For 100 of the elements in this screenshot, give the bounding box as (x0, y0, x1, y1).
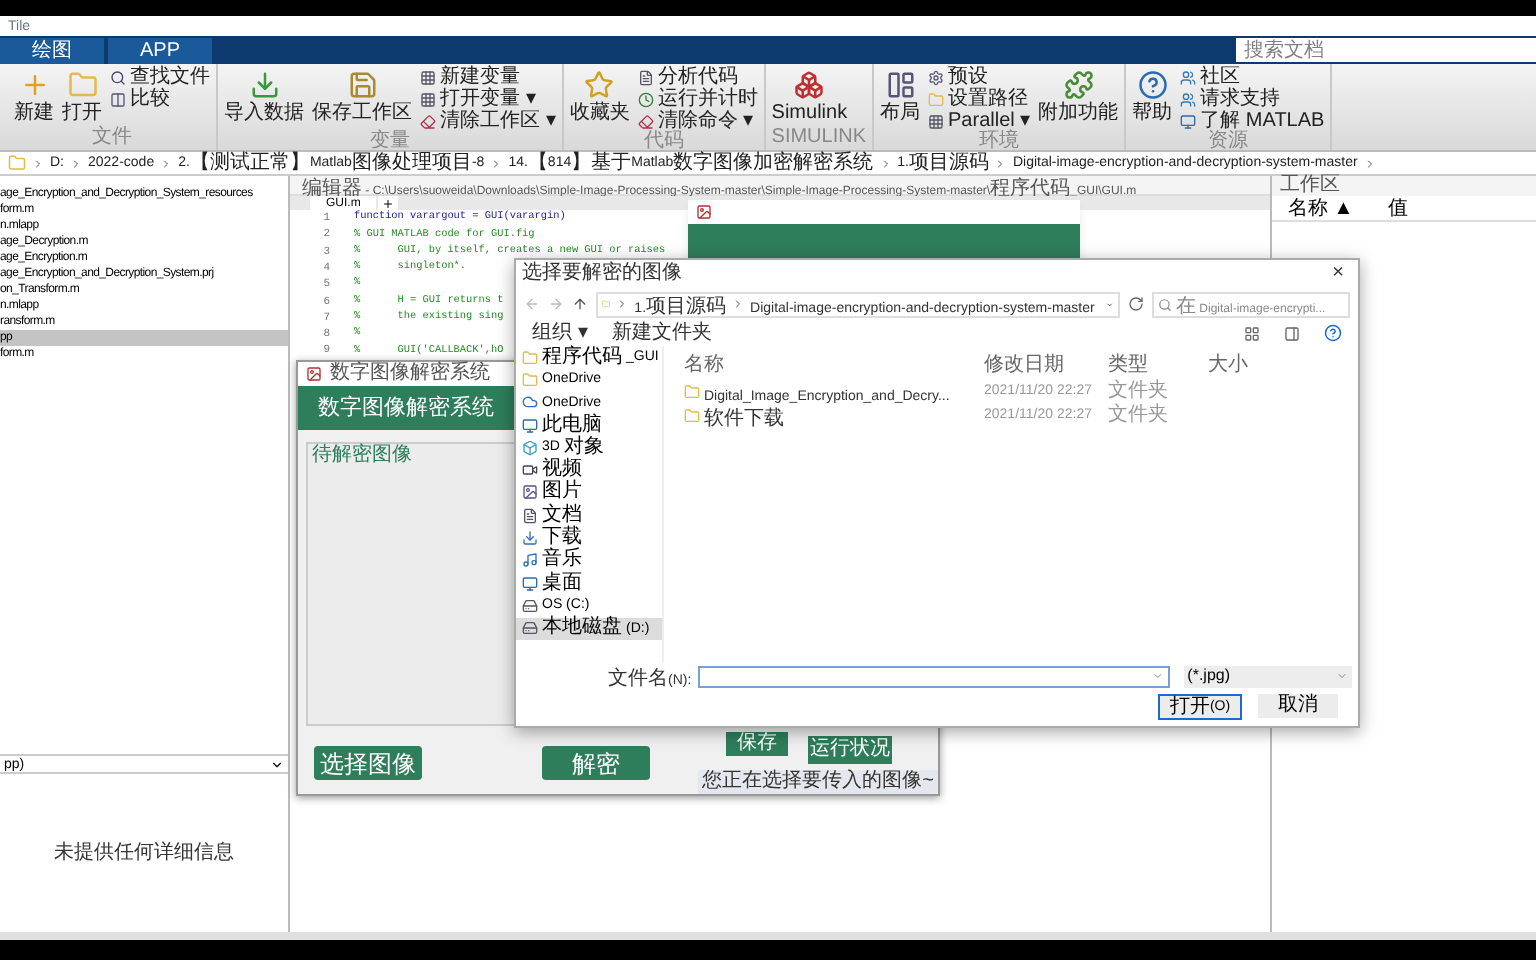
document-icon (637, 69, 654, 85)
search-field[interactable]: 搜索文档 (1236, 38, 1536, 62)
nav-item[interactable]: 桌面 (516, 571, 662, 595)
column-header[interactable]: 名称 ▲ (1272, 200, 1372, 220)
drive-icon (522, 620, 538, 637)
toolbar-button[interactable]: 导入数据 (224, 64, 304, 132)
folder-icon (684, 407, 700, 423)
toolbar-button[interactable]: 新建变量 (420, 66, 556, 88)
cancel-button[interactable]: 取消 (1258, 694, 1338, 718)
action-button[interactable]: 选择图像 (314, 746, 423, 780)
toolbar-button[interactable]: 帮助 (1132, 64, 1173, 132)
chevron-icon (616, 298, 629, 310)
ribbon-tab[interactable]: 绘图 (0, 38, 104, 64)
workspace-title: 工作区 (1280, 176, 1340, 196)
blocks-icon (794, 70, 825, 100)
column-header[interactable]: 大小 (1208, 356, 1268, 376)
columns-icon (110, 91, 126, 107)
toolbar-button[interactable]: Simulink (771, 64, 848, 128)
dialog-toolbar-button[interactable]: 新建文件夹 (611, 323, 712, 343)
file-type-dropdown[interactable]: (*.jpg) (1183, 665, 1352, 687)
toolbar-button[interactable]: 清除工作区 ▾ (420, 110, 556, 132)
save-icon (347, 70, 377, 100)
preview-pane-icon[interactable] (1284, 325, 1300, 341)
monitor-icon (522, 575, 538, 592)
chevron-icon (270, 757, 284, 771)
help-icon[interactable] (1324, 324, 1342, 342)
video-icon (522, 462, 538, 479)
group-label: 环境 (977, 132, 1022, 152)
group-label: 变量 (367, 132, 410, 152)
music-icon (522, 552, 538, 569)
grid-icon (928, 113, 945, 129)
monitor-icon (1180, 113, 1197, 129)
column-header[interactable]: 类型 (1108, 356, 1208, 376)
column-header[interactable]: 值 (1372, 200, 1472, 220)
nav-item[interactable]: 音乐 (516, 549, 662, 572)
toolbar-button[interactable]: 分析代码 (637, 66, 758, 88)
app-header: 数字图像解密系统 (318, 397, 494, 419)
toolbar-button[interactable]: 请求支持 (1180, 88, 1325, 110)
grid-icon (420, 91, 436, 107)
toolbar-button[interactable]: Parallel ▾ (928, 110, 1031, 132)
filename-field[interactable] (697, 665, 1170, 687)
download-icon (249, 70, 279, 100)
close-button[interactable]: × (1324, 264, 1352, 284)
toolbar-button[interactable]: 附加功能 (1038, 64, 1119, 132)
up-icon[interactable] (572, 296, 588, 312)
chevron-icon (32, 157, 44, 169)
save-button[interactable]: 保存 (726, 732, 789, 756)
window-title: 数字图像解密系统 (330, 364, 490, 384)
chevron-icon (1151, 670, 1164, 682)
toolbar-button[interactable]: 新建 (14, 64, 54, 128)
chevron-icon (994, 157, 1007, 169)
column-header[interactable]: 修改日期 (984, 356, 1108, 376)
folder-icon (684, 383, 700, 399)
toolbar-button[interactable]: 布局 (880, 64, 921, 132)
toolbar-button[interactable]: 保存工作区 (312, 64, 412, 132)
search-icon (1158, 297, 1172, 311)
plus-icon (19, 70, 49, 100)
add-tab-button[interactable] (378, 196, 399, 210)
panel-label: 待解密图像 (312, 446, 412, 466)
dialog-toolbar-button[interactable]: 组织 ▾ (532, 323, 588, 343)
people-icon (1180, 91, 1197, 107)
toolbar-button[interactable]: 打开变量 ▾ (420, 88, 556, 110)
toolbar-button[interactable]: 设置路径 (928, 88, 1031, 110)
file-type: 文件夹 (1108, 381, 1168, 401)
action-button[interactable]: 解密 (542, 746, 651, 780)
nav-item[interactable]: 此电脑 (516, 413, 662, 437)
details-message: 未提供任何详细信息 (54, 839, 234, 868)
status-button[interactable]: 运行状况 (808, 736, 893, 764)
chevron-icon (879, 157, 892, 169)
toolbar-button[interactable]: 了解 MATLAB (1180, 110, 1325, 132)
toolbar-button[interactable]: 比较 (110, 88, 210, 110)
ribbon-tab[interactable]: APP (108, 38, 213, 64)
toolbar-button[interactable]: 清除命令 ▾ (637, 110, 758, 132)
toolbar-button[interactable]: 预设 (928, 66, 1031, 88)
nav-item[interactable]: 视频 (516, 458, 662, 482)
toolbar-button[interactable]: 社区 (1180, 66, 1325, 88)
nav-item[interactable]: 文档 (516, 504, 662, 527)
chevron-icon (732, 298, 745, 310)
monitor-icon (522, 417, 538, 434)
cube-icon (522, 439, 538, 456)
group-label: SIMULINK (771, 128, 867, 150)
app-icon (696, 204, 712, 220)
puzzle-icon (1063, 70, 1094, 100)
toolbar-button[interactable]: 运行并计时 (637, 88, 758, 110)
toolbar-button[interactable]: 查找文件 (110, 66, 210, 88)
toolbar-button[interactable]: 打开 (62, 64, 102, 128)
grid-icon (420, 69, 436, 85)
nav-item[interactable]: 下载 (516, 526, 662, 550)
star-icon (584, 70, 615, 100)
nav-item[interactable]: 图片 (516, 481, 662, 505)
toolbar-button[interactable]: 收藏夹 (569, 64, 630, 132)
folder-icon (928, 91, 945, 107)
app-icon (306, 366, 322, 382)
image-icon (522, 484, 538, 501)
drive-icon (522, 597, 538, 614)
refresh-icon[interactable] (1128, 296, 1144, 312)
status-text: 您正在选择要传入的图像~ (698, 770, 938, 794)
view-icon[interactable] (1244, 325, 1260, 341)
column-header[interactable]: 名称 (684, 356, 984, 376)
people-icon (1180, 69, 1197, 85)
